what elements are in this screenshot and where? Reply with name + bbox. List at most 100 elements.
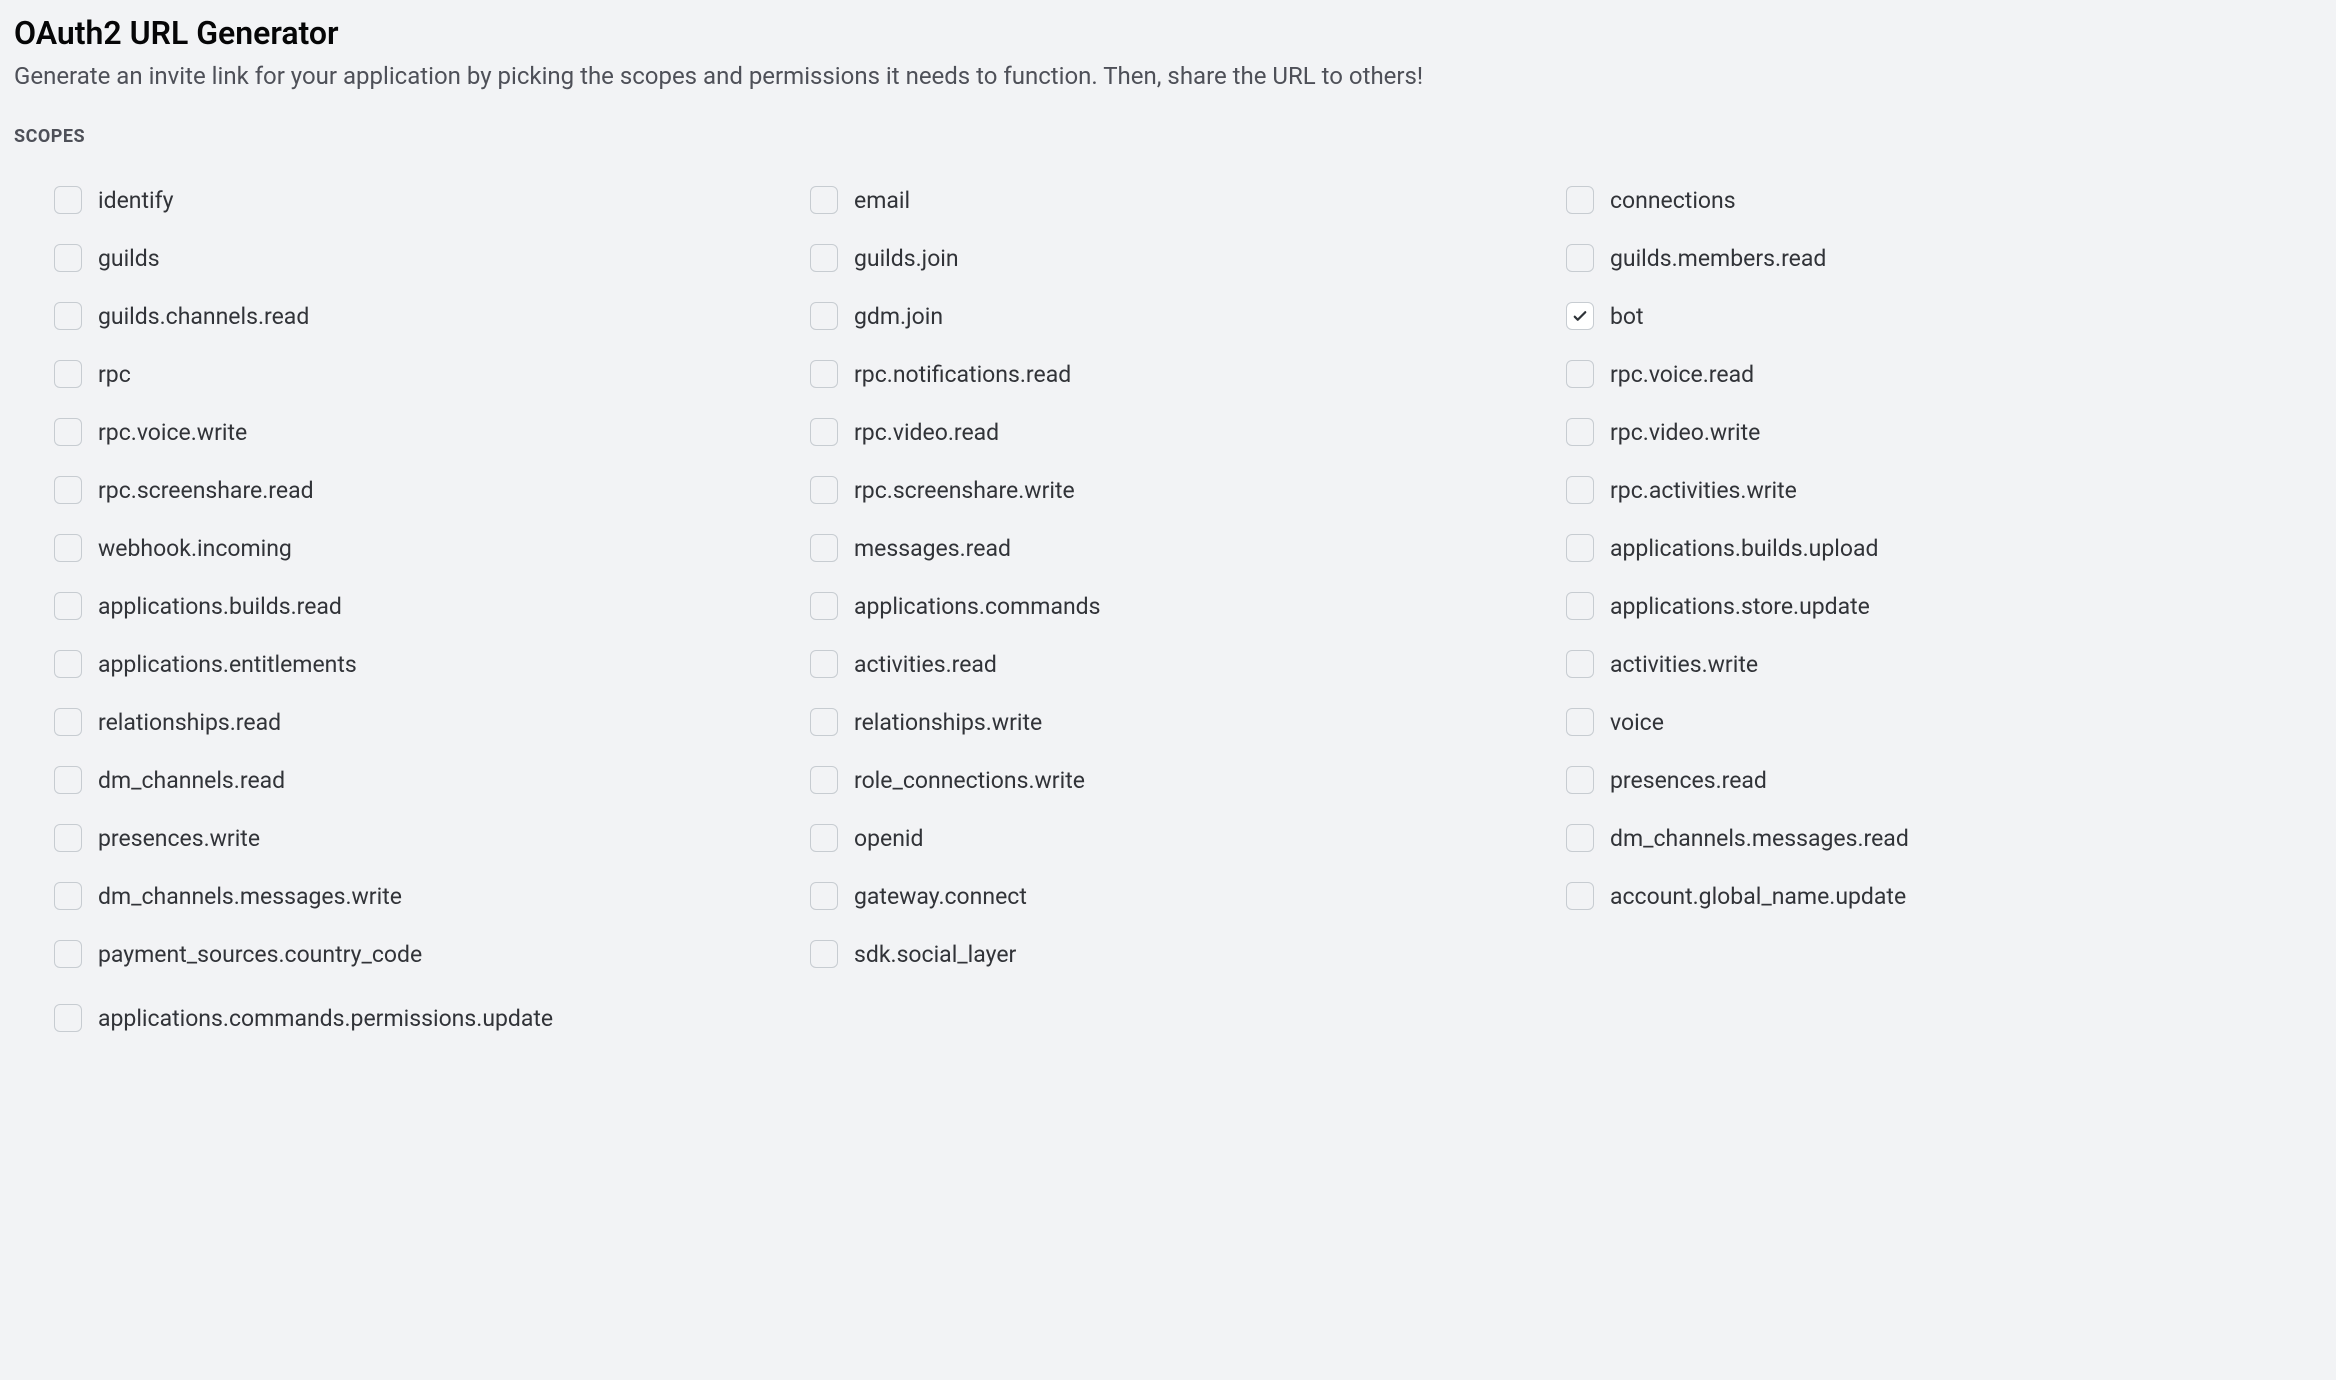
scope-item-rpc-notifications-read[interactable]: rpc.notifications.read: [810, 345, 1566, 403]
scope-checkbox-connections[interactable]: [1566, 186, 1594, 214]
scope-item-activities-read[interactable]: activities.read: [810, 635, 1566, 693]
scope-checkbox-voice[interactable]: [1566, 708, 1594, 736]
scope-item-applications-builds-read[interactable]: applications.builds.read: [54, 577, 810, 635]
scope-item-openid[interactable]: openid: [810, 809, 1566, 867]
scope-checkbox-presences-write[interactable]: [54, 824, 82, 852]
scope-checkbox-gateway-connect[interactable]: [810, 882, 838, 910]
scope-label: relationships.read: [98, 709, 281, 736]
scope-label: rpc.screenshare.write: [854, 477, 1075, 504]
scope-item-rpc-screenshare-read[interactable]: rpc.screenshare.read: [54, 461, 810, 519]
scope-item-email[interactable]: email: [810, 171, 1566, 229]
scope-label: identify: [98, 187, 173, 214]
scope-item-guilds-channels-read[interactable]: guilds.channels.read: [54, 287, 810, 345]
scope-item-guilds-join[interactable]: guilds.join: [810, 229, 1566, 287]
scope-item-guilds[interactable]: guilds: [54, 229, 810, 287]
scope-item-rpc-screenshare-write[interactable]: rpc.screenshare.write: [810, 461, 1566, 519]
scope-label: applications.builds.upload: [1610, 535, 1878, 562]
scope-label: applications.entitlements: [98, 651, 357, 678]
scope-item-webhook-incoming[interactable]: webhook.incoming: [54, 519, 810, 577]
scope-checkbox-applications-commands[interactable]: [810, 592, 838, 620]
scope-item-rpc-video-write[interactable]: rpc.video.write: [1566, 403, 2322, 461]
scope-checkbox-identify[interactable]: [54, 186, 82, 214]
scope-item-rpc-voice-write[interactable]: rpc.voice.write: [54, 403, 810, 461]
scope-item-relationships-write[interactable]: relationships.write: [810, 693, 1566, 751]
scope-item-presences-write[interactable]: presences.write: [54, 809, 810, 867]
scope-checkbox-relationships-read[interactable]: [54, 708, 82, 736]
scope-item-gdm-join[interactable]: gdm.join: [810, 287, 1566, 345]
scope-column-2: email guilds.join gdm.joinrpc.notification…: [810, 171, 1566, 983]
scope-checkbox-rpc-voice-read[interactable]: [1566, 360, 1594, 388]
scope-item-dm-channels-messages-read[interactable]: dm_channels.messages.read: [1566, 809, 2322, 867]
scope-checkbox-guilds-join[interactable]: [810, 244, 838, 272]
scope-checkbox-rpc-notifications-read[interactable]: [810, 360, 838, 388]
scope-checkbox-messages-read[interactable]: [810, 534, 838, 562]
scope-label: applications.commands: [854, 593, 1101, 620]
scope-label: guilds.join: [854, 245, 959, 272]
scope-item-applications-builds-upload[interactable]: applications.builds.upload: [1566, 519, 2322, 577]
scope-item-role-connections-write[interactable]: role_connections.write: [810, 751, 1566, 809]
scope-item-presences-read[interactable]: presences.read: [1566, 751, 2322, 809]
scope-item-messages-read[interactable]: messages.read: [810, 519, 1566, 577]
scope-checkbox-dm-channels-read[interactable]: [54, 766, 82, 794]
scope-item-dm-channels-messages-write[interactable]: dm_channels.messages.write: [54, 867, 810, 925]
scope-item-payment-sources-country-code[interactable]: payment_sources.country_code: [54, 925, 810, 983]
scope-checkbox-applications-builds-read[interactable]: [54, 592, 82, 620]
scope-item-bot[interactable]: bot: [1566, 287, 2322, 345]
scope-item-account-global-name-update[interactable]: account.global_name.update: [1566, 867, 2322, 925]
scope-checkbox-email[interactable]: [810, 186, 838, 214]
scope-checkbox-applications-builds-upload[interactable]: [1566, 534, 1594, 562]
scope-label: applications.commands.permissions.update: [98, 1005, 553, 1032]
scope-checkbox-account-global-name-update[interactable]: [1566, 882, 1594, 910]
scope-item-connections[interactable]: connections: [1566, 171, 2322, 229]
scope-checkbox-payment-sources-country-code[interactable]: [54, 940, 82, 968]
scope-label: payment_sources.country_code: [98, 941, 422, 968]
scope-checkbox-activities-read[interactable]: [810, 650, 838, 678]
scope-checkbox-rpc-screenshare-read[interactable]: [54, 476, 82, 504]
scope-checkbox-activities-write[interactable]: [1566, 650, 1594, 678]
scope-item-gateway-connect[interactable]: gateway.connect: [810, 867, 1566, 925]
scope-checkbox-relationships-write[interactable]: [810, 708, 838, 736]
scope-label: guilds.members.read: [1610, 245, 1826, 272]
scope-checkbox-dm-channels-messages-write[interactable]: [54, 882, 82, 910]
scope-label: activities.read: [854, 651, 997, 678]
scope-checkbox-bot[interactable]: [1566, 302, 1594, 330]
scope-checkbox-guilds-channels-read[interactable]: [54, 302, 82, 330]
scope-checkbox-applications-commands-permissions-update[interactable]: [54, 1004, 82, 1032]
scope-checkbox-rpc-video-write[interactable]: [1566, 418, 1594, 446]
scope-columns: identifyguildsguilds.channels.readrpcrpc…: [54, 171, 2322, 983]
scope-checkbox-applications-store-update[interactable]: [1566, 592, 1594, 620]
scope-checkbox-rpc-activities-write[interactable]: [1566, 476, 1594, 504]
scope-item-guilds-members-read[interactable]: guilds.members.read: [1566, 229, 2322, 287]
scope-checkbox-presences-read[interactable]: [1566, 766, 1594, 794]
scope-item-applications-entitlements[interactable]: applications.entitlements: [54, 635, 810, 693]
scope-checkbox-rpc-video-read[interactable]: [810, 418, 838, 446]
scope-label: email: [854, 187, 910, 214]
scope-checkbox-openid[interactable]: [810, 824, 838, 852]
scope-item-applications-commands[interactable]: applications.commands: [810, 577, 1566, 635]
scope-checkbox-sdk-social-layer[interactable]: [810, 940, 838, 968]
scope-checkbox-role-connections-write[interactable]: [810, 766, 838, 794]
scope-checkbox-applications-entitlements[interactable]: [54, 650, 82, 678]
scope-full-row: applications.commands.permissions.update: [54, 989, 2322, 1047]
scope-checkbox-guilds[interactable]: [54, 244, 82, 272]
scope-checkbox-rpc[interactable]: [54, 360, 82, 388]
scope-item-rpc[interactable]: rpc: [54, 345, 810, 403]
scope-item-rpc-activities-write[interactable]: rpc.activities.write: [1566, 461, 2322, 519]
scope-item-relationships-read[interactable]: relationships.read: [54, 693, 810, 751]
scope-item-rpc-voice-read[interactable]: rpc.voice.read: [1566, 345, 2322, 403]
scope-checkbox-webhook-incoming[interactable]: [54, 534, 82, 562]
scope-checkbox-gdm-join[interactable]: [810, 302, 838, 330]
scope-item-sdk-social-layer[interactable]: sdk.social_layer: [810, 925, 1566, 983]
scope-checkbox-guilds-members-read[interactable]: [1566, 244, 1594, 272]
scope-item-rpc-video-read[interactable]: rpc.video.read: [810, 403, 1566, 461]
page-description: Generate an invite link for your applica…: [14, 62, 2322, 90]
scope-item-applications-store-update[interactable]: applications.store.update: [1566, 577, 2322, 635]
scope-item-voice[interactable]: voice: [1566, 693, 2322, 751]
scope-checkbox-rpc-screenshare-write[interactable]: [810, 476, 838, 504]
scope-item-activities-write[interactable]: activities.write: [1566, 635, 2322, 693]
scope-checkbox-rpc-voice-write[interactable]: [54, 418, 82, 446]
scope-item-applications-commands-permissions-update[interactable]: applications.commands.permissions.update: [54, 989, 2322, 1047]
scope-item-identify[interactable]: identify: [54, 171, 810, 229]
scope-checkbox-dm-channels-messages-read[interactable]: [1566, 824, 1594, 852]
scope-item-dm-channels-read[interactable]: dm_channels.read: [54, 751, 810, 809]
